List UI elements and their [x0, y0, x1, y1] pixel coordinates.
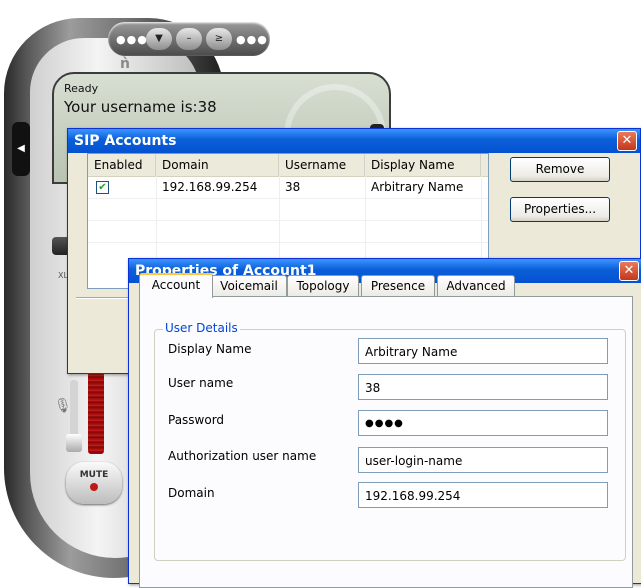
- row-divider: [88, 198, 488, 199]
- tab-advanced[interactable]: Advanced: [437, 275, 515, 296]
- mute-label: MUTE: [79, 470, 109, 480]
- tab-voicemail[interactable]: Voicemail: [211, 275, 287, 296]
- group-title: User Details: [163, 321, 240, 335]
- column-header-username[interactable]: Username: [279, 154, 365, 176]
- lcd-message: Your username is:38: [64, 98, 217, 116]
- top-controls: ●●● ▼ – ≥ ●●●: [108, 22, 270, 56]
- tab-topology[interactable]: Topology: [287, 275, 359, 296]
- column-header-enabled[interactable]: Enabled: [88, 154, 156, 176]
- close-button[interactable]: ✕: [617, 131, 637, 151]
- password-field[interactable]: ●●●●: [358, 410, 608, 436]
- row-username: 38: [285, 180, 301, 194]
- column-header-domain[interactable]: Domain: [156, 154, 279, 176]
- properties-button[interactable]: Properties...: [510, 197, 610, 222]
- minimize-button[interactable]: –: [176, 28, 202, 50]
- level-meter: [88, 372, 104, 454]
- list-header: Enabled Domain Username Display Name: [88, 154, 488, 177]
- lcd-status: Ready: [64, 82, 99, 95]
- row-divider: [88, 220, 488, 221]
- user-name-field[interactable]: 38: [358, 374, 608, 400]
- row-divider: [88, 242, 488, 243]
- auth-user-name-field[interactable]: user-login-name: [358, 447, 608, 473]
- remove-button[interactable]: Remove: [510, 157, 610, 182]
- column-divider: [279, 176, 280, 264]
- sip-accounts-title: SIP Accounts: [74, 133, 177, 149]
- display-name-field[interactable]: Arbitrary Name: [358, 338, 608, 364]
- auth-user-name-label: Authorization user name: [168, 449, 317, 463]
- password-label: Password: [168, 413, 225, 427]
- tab-presence[interactable]: Presence: [361, 275, 435, 296]
- column-header-display-name[interactable]: Display Name: [365, 154, 481, 176]
- close-button[interactable]: ✕: [619, 261, 639, 281]
- dropdown-button[interactable]: ▼: [146, 28, 172, 50]
- column-divider: [365, 176, 366, 264]
- domain-field[interactable]: 192.168.99.254: [358, 482, 608, 508]
- column-divider: [156, 176, 157, 264]
- properties-window: Properties of Account1 ✕ Account Voicema…: [128, 258, 641, 588]
- column-divider: [481, 176, 482, 264]
- side-expand-button[interactable]: ◀: [12, 122, 30, 176]
- sip-accounts-titlebar: SIP Accounts ✕: [68, 129, 640, 153]
- dots-icon: ●●●: [236, 33, 268, 46]
- tab-account[interactable]: Account: [139, 273, 213, 298]
- dots-icon: ●●●: [116, 33, 148, 46]
- mute-button[interactable]: MUTE: [66, 462, 122, 504]
- display-name-label: Display Name: [168, 342, 252, 356]
- enabled-checkbox[interactable]: ✔: [96, 181, 109, 194]
- row-domain: 192.168.99.254: [162, 180, 258, 194]
- volume-slider-knob[interactable]: [66, 434, 82, 452]
- user-details-group: User Details Display Name Arbitrary Name…: [154, 321, 626, 561]
- account-tab-page: User Details Display Name Arbitrary Name…: [139, 296, 633, 588]
- user-name-label: User name: [168, 376, 234, 390]
- domain-label: Domain: [168, 486, 215, 500]
- mute-led-icon: [90, 483, 98, 491]
- logo-icon: ǹ: [120, 56, 130, 72]
- collapse-button[interactable]: ≥: [206, 28, 232, 50]
- row-display-name: Arbitrary Name: [371, 180, 464, 194]
